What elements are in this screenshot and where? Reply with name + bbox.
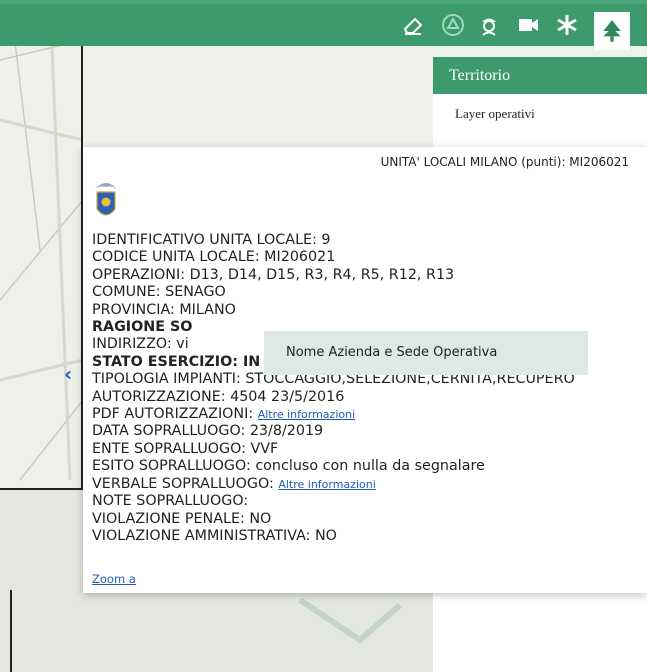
person-icon[interactable]: [474, 8, 504, 42]
popup-attribute-line: CODICE UNITA LOCALE: MI206021: [92, 249, 647, 266]
popup-attribute-line: COMUNE: SENAGO: [92, 284, 647, 301]
attribute-text: PDF AUTORIZZAZIONI:: [92, 406, 258, 423]
attribute-text: INDIRIZZO: vi: [92, 336, 189, 353]
attribute-text: NOTE SOPRALLUOGO:: [92, 493, 249, 510]
popup-title: UNITA' LOCALI MILANO (punti): MI206021: [380, 155, 629, 169]
tooltip: Nome Azienda e Sede Operativa: [264, 331, 588, 375]
popup-pointer-icon: ‹: [64, 362, 73, 386]
popup-attribute-line: NOTE SOPRALLUOGO:: [92, 493, 647, 510]
popup-attribute-line: ENTE SOPRALLUOGO: VVF: [92, 441, 647, 458]
popup-attribute-line: VERBALE SOPRALLUOGO: Altre informazioni: [92, 476, 647, 493]
altre-informazioni-link[interactable]: Altre informazioni: [258, 408, 355, 421]
popup-attribute-line: VIOLAZIONE AMMINISTRATIVA: NO: [92, 528, 647, 545]
eraser-icon[interactable]: [398, 8, 428, 42]
popup-attribute-line: PROVINCIA: MILANO: [92, 302, 647, 319]
attribute-text: PROVINCIA: MILANO: [92, 301, 236, 318]
popup-attribute-line: OPERAZIONI: D13, D14, D15, R3, R4, R5, R…: [92, 267, 647, 284]
snowflake-icon[interactable]: [552, 8, 582, 42]
attribute-text: ENTE SOPRALLUOGO: VVF: [92, 440, 279, 457]
attribute-text: CODICE UNITA LOCALE: MI206021: [92, 249, 336, 266]
attribute-text: IDENTIFICATIVO UNITA LOCALE: 9: [92, 232, 331, 248]
panel-title: Territorio: [433, 57, 647, 94]
attribute-text: VIOLAZIONE PENALE: NO: [92, 510, 272, 527]
zoom-to-link[interactable]: Zoom a: [92, 572, 136, 586]
popup-attribute-line: IDENTIFICATIVO UNITA LOCALE: 9: [92, 232, 647, 249]
popup-attribute-line: ESITO SOPRALLUOGO: concluso con nulla da…: [92, 458, 647, 475]
attribute-text: VERBALE SOPRALLUOGO:: [92, 475, 279, 492]
attribute-text: DATA SOPRALLUOGO: 23/8/2019: [92, 423, 324, 440]
coat-of-arms-icon: [91, 177, 121, 223]
map-frame-edge: [10, 590, 12, 672]
video-camera-icon[interactable]: [513, 8, 543, 42]
top-toolbar: [0, 0, 647, 50]
attribute-text: ESITO SOPRALLUOGO: concluso con nulla da…: [92, 458, 485, 475]
tree-icon[interactable]: [594, 12, 630, 50]
attribute-text: OPERAZIONI: D13, D14, D15, R3, R4, R5, R…: [92, 266, 455, 283]
popup-attribute-line: PDF AUTORIZZAZIONI: Altre informazioni: [92, 406, 647, 423]
recycle-icon[interactable]: [438, 8, 468, 42]
attribute-text: AUTORIZZAZIONE: 4504 23/5/2016: [92, 388, 345, 405]
altre-informazioni-link[interactable]: Altre informazioni: [278, 478, 375, 491]
popup-attribute-line: AUTORIZZAZIONE: 4504 23/5/2016: [92, 389, 647, 406]
popup-attribute-line: DATA SOPRALLUOGO: 23/8/2019: [92, 423, 647, 440]
attribute-text: VIOLAZIONE AMMINISTRATIVA: NO: [92, 527, 337, 544]
map-frame: [0, 30, 83, 490]
attribute-text: COMUNE: SENAGO: [92, 284, 226, 301]
popup-attribute-line: VIOLAZIONE PENALE: NO: [92, 511, 647, 528]
panel-subtitle: Layer operativi: [455, 106, 535, 121]
attribute-text: RAGIONE SO: [92, 319, 193, 336]
popup-attribute-list: IDENTIFICATIVO UNITA LOCALE: 9 CODICE UNI…: [92, 232, 647, 575]
